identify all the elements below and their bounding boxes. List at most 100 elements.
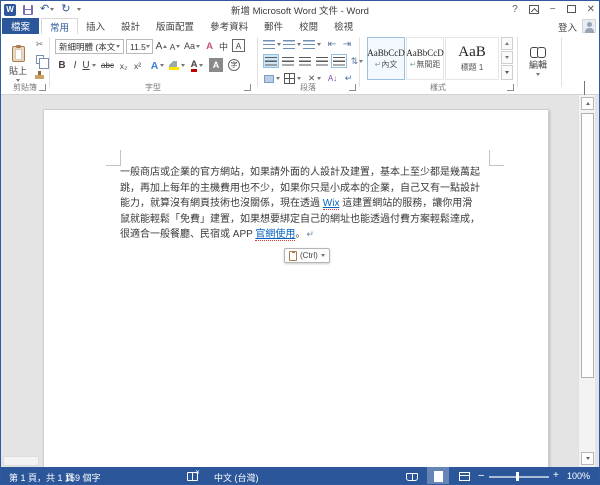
styles-scroll-down[interactable] (501, 51, 513, 64)
decrease-indent-button[interactable]: ⇤ (325, 37, 339, 51)
highlight-button[interactable] (168, 58, 186, 73)
strikethrough-button[interactable]: abc (99, 58, 116, 73)
margin-crop-mark (106, 165, 121, 166)
ribbon-tab-row: 檔案 常用 插入 設計 版面配置 參考資料 郵件 校閱 檢視 登入 (1, 18, 599, 34)
copy-button[interactable] (32, 53, 47, 66)
bold-button[interactable]: B (56, 58, 68, 73)
font-color-button[interactable]: A (188, 58, 206, 73)
tab-home[interactable]: 常用 (41, 18, 78, 34)
zoom-in-button[interactable]: + (553, 470, 559, 481)
scrollbar-thumb[interactable] (581, 113, 594, 378)
styles-scroll-up[interactable] (501, 37, 513, 50)
tab-mailings[interactable]: 郵件 (256, 18, 291, 34)
subscript-button[interactable]: x₂ (117, 58, 130, 73)
window-controls: ? − ✕ (512, 2, 595, 16)
enclose-characters-button[interactable]: 字 (227, 58, 241, 72)
text-effects-button[interactable]: A (149, 58, 166, 73)
official-site-hyperlink[interactable]: 官網使用 (255, 229, 295, 241)
grow-font-button[interactable]: A (155, 39, 168, 53)
document-text[interactable]: 一般商店或企業的官方網站，如果請外面的人設計及建置，基本上至少都是幾萬起 跳，再… (120, 165, 500, 243)
vertical-scrollbar[interactable] (578, 95, 595, 467)
zoom-slider-track[interactable] (489, 476, 549, 478)
font-dialog-launcher[interactable] (244, 84, 251, 91)
wix-hyperlink[interactable]: Wix (323, 198, 340, 210)
character-border-button[interactable]: A (232, 39, 245, 52)
scroll-down-icon (586, 457, 590, 460)
justify-button[interactable] (314, 54, 330, 68)
style-normal[interactable]: AaBbCcD ↵內文 (367, 37, 405, 80)
tab-file[interactable]: 檔案 (2, 18, 39, 34)
tab-review[interactable]: 校閱 (291, 18, 326, 34)
tab-design[interactable]: 設計 (113, 18, 148, 34)
superscript-button[interactable]: x² (131, 58, 144, 73)
scissors-icon: ✂ (36, 39, 44, 50)
help-button[interactable]: ? (512, 4, 518, 15)
web-layout-button[interactable] (453, 467, 475, 485)
increase-indent-button[interactable]: ⇥ (340, 37, 354, 51)
change-case-button[interactable]: Aa (183, 39, 201, 53)
subscript-icon: x₂ (120, 61, 128, 71)
more-styles-icon (505, 71, 509, 74)
paste-options-clipboard-icon (289, 251, 297, 261)
clipboard-dialog-launcher[interactable] (39, 84, 46, 91)
tab-layout[interactable]: 版面配置 (148, 18, 202, 34)
zoom-level[interactable]: 100% (567, 471, 590, 481)
paragraph-dialog-launcher[interactable] (349, 84, 356, 91)
minimize-button[interactable]: − (550, 4, 556, 15)
text-effects-icon: A (151, 60, 159, 72)
scroll-down-button[interactable] (581, 452, 594, 465)
align-left-button[interactable] (263, 54, 279, 68)
distribute-icon (333, 57, 345, 66)
scroll-up-button[interactable] (581, 97, 594, 110)
ribbon-display-options-button[interactable] (529, 5, 539, 14)
styles-group-label: 樣式 (359, 82, 517, 93)
align-center-button[interactable] (280, 54, 296, 68)
character-shading-button[interactable]: A (209, 58, 223, 72)
styles-dialog-launcher[interactable] (507, 84, 514, 91)
read-mode-button[interactable] (401, 467, 423, 485)
shrink-font-icon: A (170, 42, 176, 52)
sign-in-link[interactable]: 登入 (558, 20, 577, 34)
tab-references[interactable]: 參考資料 (202, 18, 256, 34)
tab-insert[interactable]: 插入 (78, 18, 113, 34)
zoom-slider-thumb[interactable] (516, 472, 519, 481)
styles-gallery-more[interactable] (501, 65, 513, 80)
bullets-button[interactable] (263, 38, 281, 51)
paste-options-button[interactable]: (Ctrl) (284, 248, 330, 263)
close-button[interactable]: ✕ (587, 4, 595, 15)
user-avatar[interactable] (582, 19, 596, 33)
phonetic-guide-button[interactable]: 中 (217, 39, 230, 53)
document-page[interactable]: 一般商店或企業的官方網站，如果請外面的人設計及建置，基本上至少都是幾萬起 跳，再… (43, 109, 549, 467)
language-status[interactable]: 中文 (台灣) (214, 471, 259, 484)
numbering-button[interactable] (283, 38, 301, 51)
font-size-combo[interactable]: 11.5 (126, 39, 153, 54)
multilevel-list-button[interactable] (303, 38, 321, 51)
shrink-font-button[interactable]: A (169, 40, 181, 53)
horizontal-scrollbar-stub (3, 456, 39, 466)
restore-button[interactable] (567, 5, 576, 13)
underline-button[interactable]: U (81, 58, 97, 73)
font-name-combo[interactable]: 新細明體 (本文 (55, 39, 124, 54)
chevron-down-icon (536, 73, 540, 76)
cut-button[interactable]: ✂ (32, 38, 47, 50)
italic-button[interactable]: I (70, 58, 80, 73)
style-no-spacing[interactable]: AaBbCcD ↵無間距 (406, 37, 444, 80)
bullet-list-icon (263, 40, 275, 49)
print-layout-button[interactable] (427, 467, 449, 485)
line-spacing-icon: ⇅ (351, 56, 359, 67)
align-right-button[interactable] (297, 54, 313, 68)
word-count-status[interactable]: 159 個字 (65, 471, 101, 484)
zoom-out-button[interactable]: − (478, 470, 484, 482)
line-spacing-button[interactable]: ⇅ (349, 54, 365, 68)
tab-view[interactable]: 檢視 (326, 18, 361, 34)
character-border-icon: A (236, 41, 242, 51)
distribute-button[interactable] (331, 54, 347, 68)
style-sample: AaBbCcD (367, 48, 405, 58)
window-title: 新增 Microsoft Word 文件 - Word (1, 3, 599, 17)
editing-button[interactable]: 編輯 (519, 38, 557, 84)
style-heading1[interactable]: AaB 標題 1 (445, 37, 499, 80)
clear-formatting-button[interactable]: A (203, 39, 216, 53)
print-layout-icon (434, 471, 443, 482)
superscript-icon: x² (134, 61, 141, 71)
character-shading-icon: A (213, 60, 220, 70)
